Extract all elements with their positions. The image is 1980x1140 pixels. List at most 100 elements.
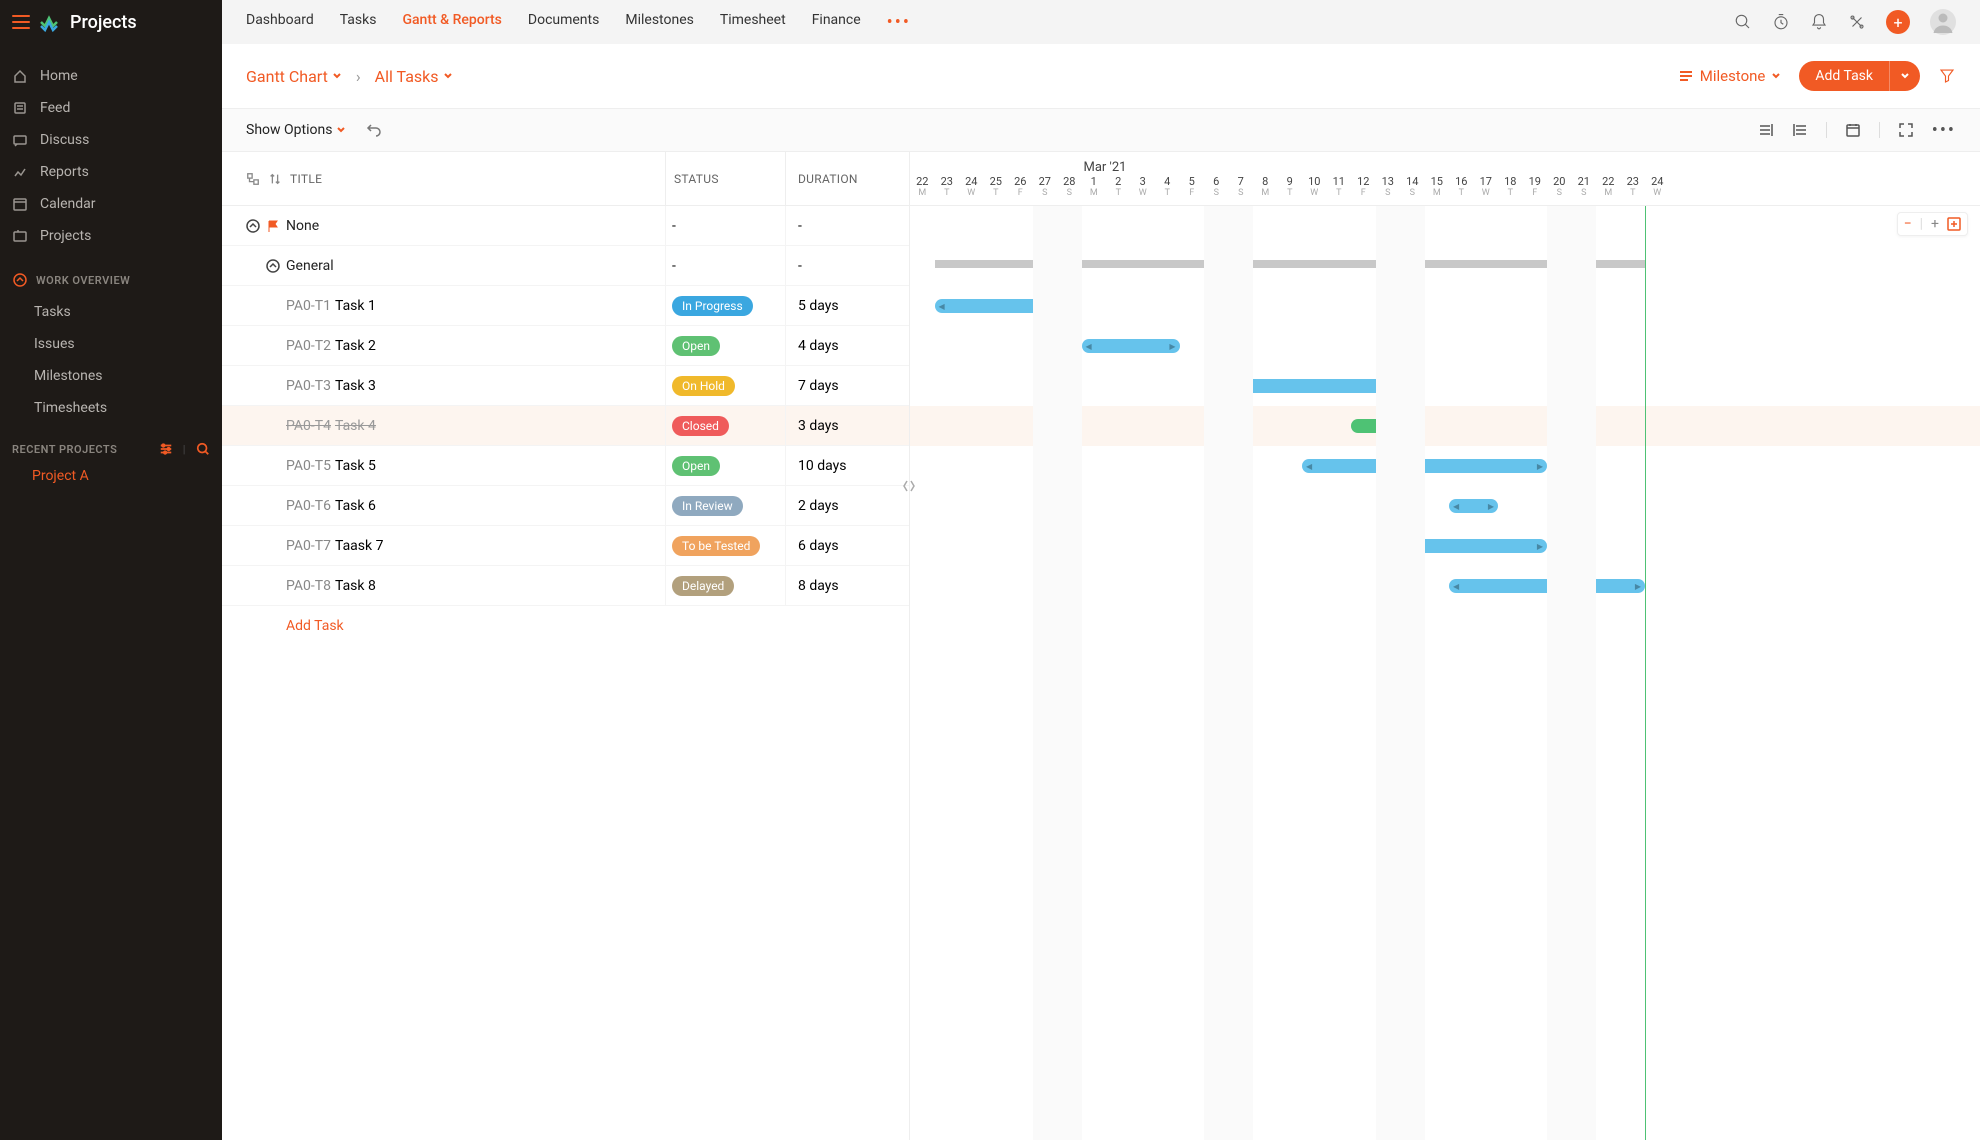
timeline-header: Mar '21 22M23T24W25T26F27S28S1M2T3W4T5F6… xyxy=(910,152,1980,206)
nav-icon xyxy=(12,196,28,212)
task-row[interactable]: PA0-T2Task 2Open4 days xyxy=(222,326,909,366)
task-row[interactable]: PA0-T4Task 4Closed3 days xyxy=(222,406,909,446)
tab-dashboard[interactable]: Dashboard xyxy=(246,12,314,33)
tab-milestones[interactable]: Milestones xyxy=(625,12,694,33)
collapse-icon[interactable] xyxy=(266,259,280,273)
show-options-dropdown[interactable]: Show Options xyxy=(246,122,346,138)
breadcrumb-view[interactable]: Gantt Chart xyxy=(246,67,342,86)
tab-finance[interactable]: Finance xyxy=(812,12,861,33)
hierarchy-icon[interactable] xyxy=(246,172,260,186)
topbar: Dashboard Tasks Gantt & Reports Documents Mi… xyxy=(222,0,1980,44)
sidebar-item-projects[interactable]: Projects xyxy=(0,220,222,252)
nav-icon xyxy=(12,68,28,84)
caret-down-icon xyxy=(332,71,342,81)
task-row[interactable]: PA0-T1Task 1In Progress5 days xyxy=(222,286,909,326)
sidebar-item-discuss[interactable]: Discuss xyxy=(0,124,222,156)
sidebar-item-calendar[interactable]: Calendar xyxy=(0,188,222,220)
more-tabs-icon[interactable]: ••• xyxy=(887,12,911,33)
recent-project[interactable]: Project A xyxy=(0,462,222,490)
zoom-controls: − | + xyxy=(1897,212,1968,236)
status-badge[interactable]: Delayed xyxy=(672,576,734,596)
sidebar: Projects HomeFeedDiscussReportsCalendarP… xyxy=(0,0,222,1140)
calendar-icon[interactable] xyxy=(1845,122,1861,138)
caret-down-icon xyxy=(443,71,453,81)
sidebar-item-home[interactable]: Home xyxy=(0,60,222,92)
add-task-link[interactable]: Add Task xyxy=(222,606,909,646)
sidebar-header: Projects xyxy=(0,0,222,44)
sidebar-section-overview[interactable]: WORK OVERVIEW xyxy=(0,252,222,296)
tab-gantt-reports[interactable]: Gantt & Reports xyxy=(402,12,501,33)
breadcrumb: Gantt Chart › All Tasks xyxy=(246,67,453,86)
chevron-up-icon xyxy=(12,272,28,288)
status-badge[interactable]: In Review xyxy=(672,496,743,516)
sidebar-subitem-milestones[interactable]: Milestones xyxy=(0,360,222,392)
fullscreen-icon[interactable] xyxy=(1898,122,1914,138)
group-row[interactable]: None-- xyxy=(222,206,909,246)
caret-down-icon xyxy=(336,125,346,135)
sidebar-item-feed[interactable]: Feed xyxy=(0,92,222,124)
sidebar-item-reports[interactable]: Reports xyxy=(0,156,222,188)
timer-icon[interactable] xyxy=(1772,13,1790,31)
chevron-right-icon: › xyxy=(356,67,361,86)
column-status[interactable]: STATUS xyxy=(674,172,719,186)
status-badge[interactable]: To be Tested xyxy=(672,536,760,556)
bell-icon[interactable] xyxy=(1810,13,1828,31)
gantt-chart[interactable]: Mar '21 22M23T24W25T26F27S28S1M2T3W4T5F6… xyxy=(910,152,1980,1140)
status-badge[interactable]: Closed xyxy=(672,416,729,436)
nav-icon xyxy=(12,100,28,116)
breadcrumb-filter[interactable]: All Tasks xyxy=(375,67,453,86)
status-badge[interactable]: In Progress xyxy=(672,296,753,316)
sidebar-subitem-timesheets[interactable]: Timesheets xyxy=(0,392,222,424)
toolbar: Show Options ••• xyxy=(222,108,1980,152)
menu-icon[interactable] xyxy=(12,15,30,29)
more-icon[interactable]: ••• xyxy=(1932,120,1956,141)
search-icon[interactable] xyxy=(1734,13,1752,31)
status-badge[interactable]: On Hold xyxy=(672,376,735,396)
zoom-out-button[interactable]: − xyxy=(1904,216,1912,232)
milestone-icon xyxy=(1678,68,1694,84)
tab-tasks[interactable]: Tasks xyxy=(340,12,377,33)
add-button[interactable]: + xyxy=(1886,10,1910,34)
zoom-in-button[interactable]: + xyxy=(1931,216,1939,232)
add-task-dropdown[interactable] xyxy=(1889,61,1920,91)
undo-icon[interactable] xyxy=(366,122,382,138)
gantt-view: TITLE STATUS DURATION None--General--PA0… xyxy=(222,152,1980,1140)
sidebar-subitem-issues[interactable]: Issues xyxy=(0,328,222,360)
collapse-right-icon[interactable] xyxy=(1792,122,1808,138)
sidebar-subitem-tasks[interactable]: Tasks xyxy=(0,296,222,328)
settings-icon[interactable] xyxy=(159,442,173,456)
app-title: Projects xyxy=(70,12,137,33)
subheader: Gantt Chart › All Tasks Milestone Add Ta… xyxy=(222,44,1980,108)
filter-icon[interactable] xyxy=(1938,67,1956,85)
month-label: Mar '21 xyxy=(1084,160,1127,175)
caret-down-icon xyxy=(1900,71,1910,81)
task-row[interactable]: PA0-T8Task 8Delayed8 days xyxy=(222,566,909,606)
milestone-dropdown[interactable]: Milestone xyxy=(1678,67,1782,85)
main: Dashboard Tasks Gantt & Reports Documents Mi… xyxy=(222,0,1980,1140)
caret-down-icon xyxy=(1771,71,1781,81)
tools-icon[interactable] xyxy=(1848,13,1866,31)
collapse-left-icon[interactable] xyxy=(1758,122,1774,138)
status-badge[interactable]: Open xyxy=(672,456,720,476)
user-avatar[interactable] xyxy=(1930,9,1956,35)
column-title[interactable]: TITLE xyxy=(290,172,322,186)
sidebar-section-recent: RECENT PROJECTS | xyxy=(0,424,222,462)
sort-icon[interactable] xyxy=(268,172,282,186)
column-duration[interactable]: DURATION xyxy=(798,172,858,186)
task-row[interactable]: PA0-T6Task 6In Review2 days xyxy=(222,486,909,526)
tab-timesheet[interactable]: Timesheet xyxy=(720,12,786,33)
task-row[interactable]: PA0-T5Task 5Open10 days xyxy=(222,446,909,486)
zoom-fit-icon[interactable] xyxy=(1947,217,1961,231)
pane-resize-handle[interactable] xyxy=(903,478,915,494)
status-badge[interactable]: Open xyxy=(672,336,720,356)
task-row[interactable]: PA0-T7Taask 7To be Tested6 days xyxy=(222,526,909,566)
task-row[interactable]: PA0-T3Task 3On Hold7 days xyxy=(222,366,909,406)
app-logo-icon xyxy=(38,10,62,34)
add-task-button[interactable]: Add Task xyxy=(1799,61,1920,91)
group-row[interactable]: General-- xyxy=(222,246,909,286)
flag-icon xyxy=(266,219,280,233)
collapse-icon[interactable] xyxy=(246,219,260,233)
search-icon[interactable] xyxy=(196,442,210,456)
column-headers: TITLE STATUS DURATION xyxy=(222,152,909,206)
tab-documents[interactable]: Documents xyxy=(528,12,599,33)
